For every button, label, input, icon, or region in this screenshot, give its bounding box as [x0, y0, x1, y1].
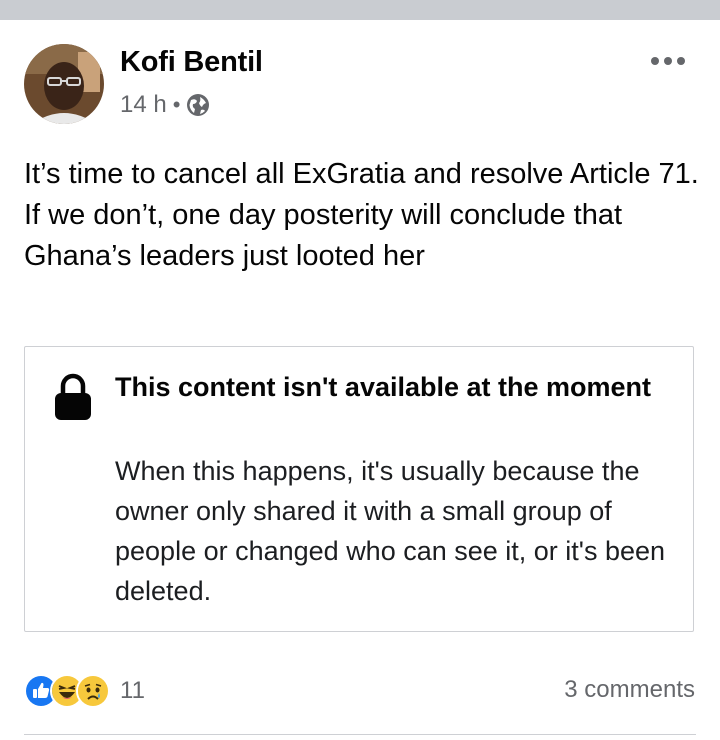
meta-separator: • [172, 92, 181, 117]
globe-icon[interactable] [186, 93, 210, 117]
sad-reaction-icon [76, 674, 110, 708]
more-options-button[interactable] [640, 46, 696, 76]
lock-icon [55, 373, 91, 420]
card-body: When this happens, it's usually because … [115, 456, 666, 606]
post-meta: 14 h • [120, 90, 210, 120]
author-name[interactable]: Kofi Bentil [120, 46, 263, 79]
card-title: This content isn't available at the mome… [115, 372, 652, 402]
comments-count-link[interactable]: 3 comments [564, 676, 695, 704]
avatar-photo [24, 44, 104, 124]
post-card: Kofi Bentil 14 h • It’s time to cancel a… [0, 20, 720, 740]
unavailable-content-card[interactable]: This content isn't available at the mome… [24, 346, 694, 632]
post-timestamp[interactable]: 14 h [120, 91, 167, 119]
reactions-summary[interactable]: 11 [24, 674, 145, 708]
more-options-icon [651, 57, 685, 65]
reaction-count: 11 [120, 677, 145, 704]
author-avatar[interactable] [24, 44, 104, 124]
footer-divider [24, 734, 696, 735]
post-text: It’s time to cancel all ExGratia and res… [24, 158, 699, 272]
top-strip [0, 0, 720, 20]
